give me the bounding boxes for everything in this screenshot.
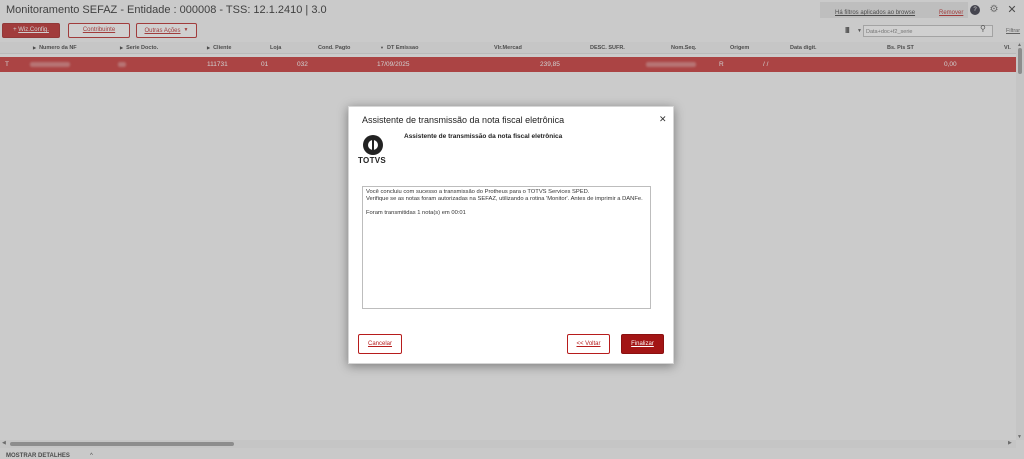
cancel-button[interactable]: Cancelar bbox=[358, 334, 402, 354]
close-icon[interactable]: ✕ bbox=[659, 114, 667, 125]
totvs-logo: TOTVS bbox=[358, 135, 390, 165]
finish-button[interactable]: Finalizar bbox=[621, 334, 664, 354]
dialog-heading: Assistente de transmissão da nota fiscal… bbox=[404, 133, 563, 140]
cancel-button-label: Cancelar bbox=[367, 341, 392, 347]
message-line: Você concluiu com sucesso a transmissão … bbox=[366, 189, 590, 195]
transmission-wizard-dialog: Assistente de transmissão da nota fiscal… bbox=[348, 106, 674, 364]
totvs-logo-text: TOTVS bbox=[358, 156, 387, 165]
dialog-title: Assistente de transmissão da nota fiscal… bbox=[362, 115, 565, 125]
back-button[interactable]: << Voltar bbox=[567, 334, 610, 354]
message-box: Você concluiu com sucesso a transmissão … bbox=[362, 186, 651, 309]
totvs-logo-icon bbox=[363, 135, 383, 155]
message-line: Verifique se as notas foram autorizadas … bbox=[366, 196, 643, 202]
finish-button-label: Finalizar bbox=[631, 341, 654, 347]
message-line: Foram transmitidas 1 nota(s) em 00:01 bbox=[366, 210, 466, 216]
back-button-label: << Voltar bbox=[576, 341, 601, 347]
